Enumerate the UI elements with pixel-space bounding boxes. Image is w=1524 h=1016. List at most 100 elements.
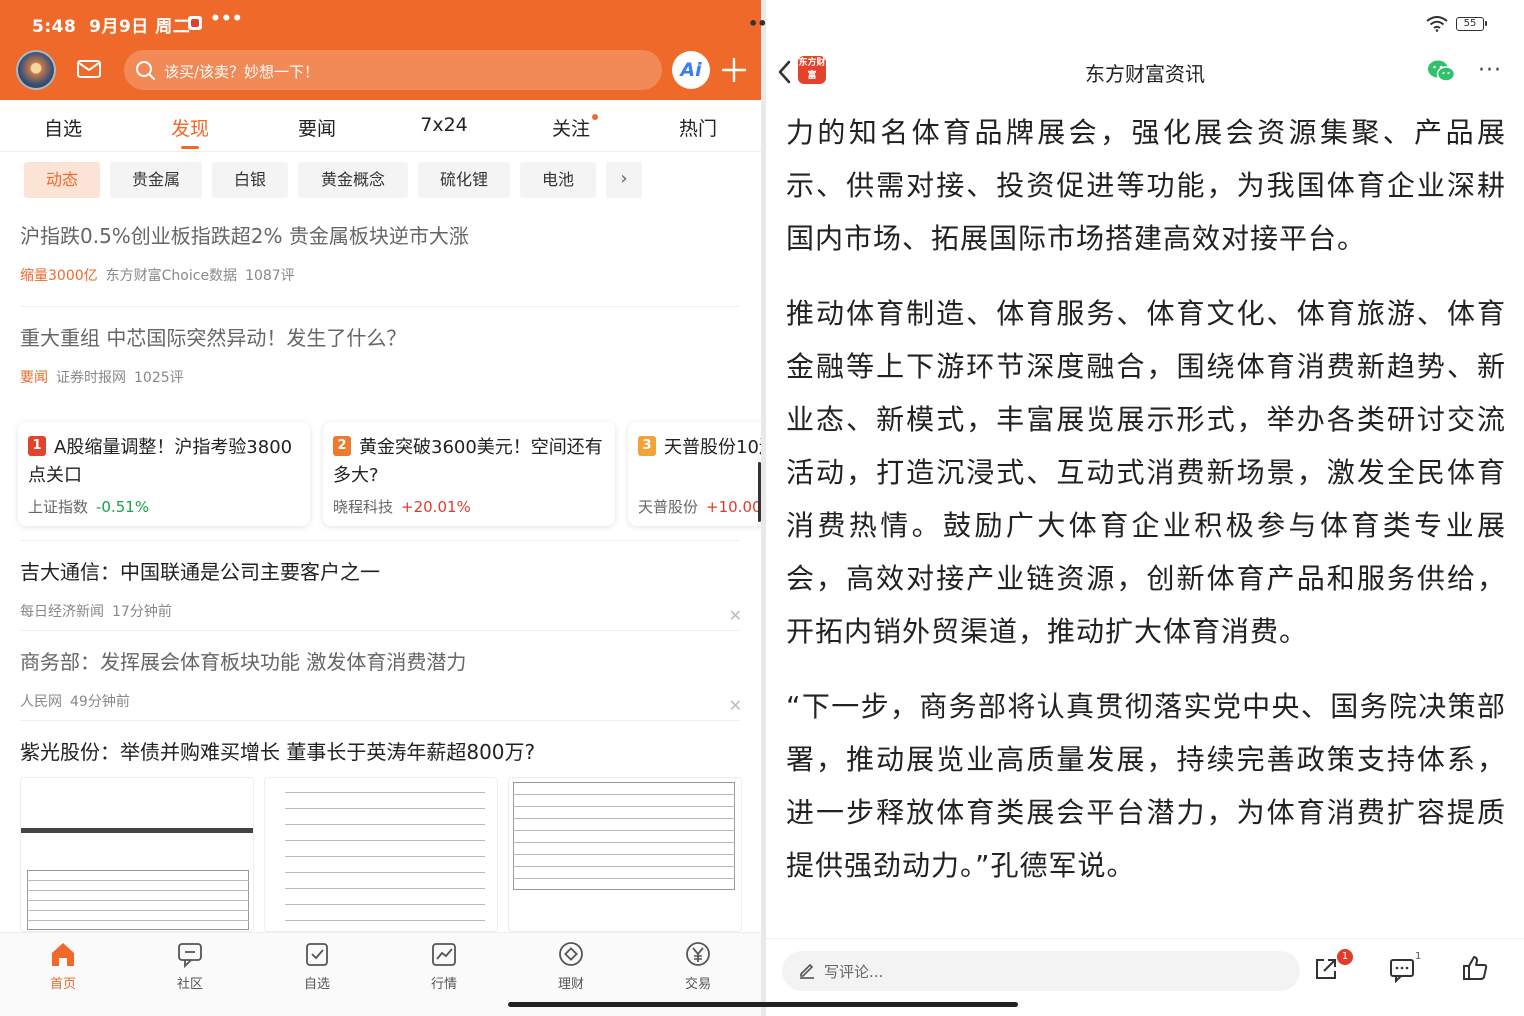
- news-tag: 缩量3000亿: [20, 268, 98, 284]
- hot-card-stock: 天普股份: [638, 498, 699, 516]
- pen-icon: [800, 963, 814, 979]
- left-pane: 5:48 9月9日 周二 ••• 该买/该卖？妙想一下！ Ai 自选 发现 要闻…: [0, 0, 761, 1016]
- hot-card-change: +10.00: [706, 498, 761, 516]
- news-source: 证券时报网: [56, 370, 126, 386]
- news-tag: 要闻: [20, 370, 48, 386]
- hot-card-stock: 晓程科技: [333, 498, 394, 516]
- nav-wealth[interactable]: 理财: [531, 939, 611, 992]
- hot-card-title: A股缩量调整！沪指考验3800点关口: [28, 437, 293, 486]
- news-thumbnail[interactable]: [264, 777, 498, 932]
- hot-card-change: -0.51%: [96, 498, 150, 516]
- news-time: 49分钟前: [70, 694, 130, 710]
- chip-dianchi[interactable]: 电池: [520, 162, 596, 198]
- app-notification-icon: [188, 16, 202, 30]
- hot-card-title: 黄金突破3600美元！空间还有多大?: [333, 437, 603, 486]
- news-item[interactable]: 吉大通信：中国联通是公司主要客户之一 每日经济新闻 17分钟前 ✕: [20, 556, 742, 625]
- comment-input[interactable]: 写评论...: [782, 951, 1300, 991]
- chip-huangjin[interactable]: 黄金概念: [298, 162, 408, 198]
- status-time: 5:48 9月9日 周二: [32, 17, 191, 37]
- wealth-icon: [559, 942, 583, 966]
- divider: [20, 630, 740, 631]
- nav-home[interactable]: 首页: [23, 939, 103, 992]
- article-body: 力的知名体育品牌展会，强化展会资源集聚、产品展示、供需对接、投资促进等功能，为我…: [786, 106, 1506, 914]
- active-tab-indicator: [181, 146, 199, 149]
- news-thumbnail[interactable]: [508, 777, 742, 932]
- news-source: 人民网: [20, 694, 62, 710]
- share-badge: 1: [1337, 949, 1353, 965]
- divider: [20, 540, 740, 541]
- nav-market[interactable]: 行情: [404, 939, 484, 992]
- comment-placeholder: 写评论...: [824, 963, 884, 981]
- wechat-icon[interactable]: [1426, 58, 1456, 84]
- news-item[interactable]: 紫光股份：举债并购难买增长 董事长于英涛年薪超800万?: [20, 736, 740, 765]
- home-indicator[interactable]: [508, 1002, 1018, 1007]
- comment-icon[interactable]: [1388, 955, 1416, 983]
- tab-guanzhu-dot: [592, 114, 598, 120]
- ai-button[interactable]: Ai: [672, 51, 710, 89]
- news-source: 每日经济新闻: [20, 604, 104, 620]
- hot-card[interactable]: 1 A股缩量调整！沪指考验3800点关口 上证指数 -0.51%: [18, 422, 310, 526]
- search-icon: [136, 61, 155, 80]
- news-title: 沪指跌0.5%创业板指跌超2% 贵金属板块逆市大涨: [20, 224, 469, 248]
- chip-liuhuali[interactable]: 硫化锂: [418, 162, 510, 198]
- news-comments: 1087评: [245, 268, 295, 284]
- top-header: 5:48 9月9日 周二 ••• 该买/该卖？妙想一下！ Ai: [0, 0, 761, 100]
- hot-card-title: 天普股份10连板什么?: [664, 437, 761, 458]
- chip-dongtai[interactable]: 动态: [24, 162, 100, 198]
- right-pane: 55 东方财富 东方财富资讯 ··· 力的知名体育品牌展会，强化展会资源集聚、产…: [766, 0, 1524, 1016]
- news-title: 吉大通信：中国联通是公司主要客户之一: [20, 560, 380, 584]
- chart-icon: [432, 943, 456, 966]
- tab-zixuan[interactable]: 自选: [23, 114, 103, 141]
- battery-icon: 55: [1456, 17, 1487, 31]
- close-icon[interactable]: ✕: [729, 606, 742, 625]
- tab-guanzhu[interactable]: 关注: [531, 114, 611, 141]
- news-thumbnail[interactable]: [20, 777, 254, 932]
- hot-card[interactable]: 2 黄金突破3600美元！空间还有多大? 晓程科技 +20.01%: [323, 422, 615, 526]
- article-paragraph: 推动体育制造、体育服务、体育文化、体育旅游、体育金融等上下游环节深度融合，围绕体…: [786, 297, 1506, 648]
- plus-icon[interactable]: [720, 56, 748, 84]
- chevron-right-icon[interactable]: ›: [606, 162, 642, 198]
- nav-community[interactable]: 社区: [150, 939, 230, 992]
- comment-count: 1: [1415, 951, 1422, 962]
- news-title: 紫光股份：举债并购难买增长 董事长于英涛年薪超800万?: [20, 740, 536, 764]
- hot-card-stock: 上证指数: [28, 498, 89, 516]
- close-icon[interactable]: ✕: [729, 696, 742, 715]
- page-title: 东方财富资讯: [1085, 62, 1205, 86]
- tab-remen[interactable]: 热门: [658, 114, 738, 141]
- news-item[interactable]: 重大重组 中芯国际突然异动！发生了什么？ 要闻 证券时报网 1025评: [20, 322, 740, 387]
- divider: [20, 306, 740, 307]
- article-paragraph: “下一步，商务部将认真贯彻落实党中央、国务院决策部署，推动展览业高质量发展，持续…: [786, 690, 1506, 882]
- news-comments: 1025评: [134, 370, 184, 386]
- tab-yaowen[interactable]: 要闻: [277, 114, 357, 141]
- hot-card[interactable]: 3 天普股份10连板什么? 天普股份+10.00: [628, 422, 761, 526]
- article-paragraph: 力的知名体育品牌展会，强化展会资源集聚、产品展示、供需对接、投资促进等功能，为我…: [786, 116, 1506, 255]
- home-icon: [52, 943, 74, 966]
- chip-baiyin[interactable]: 白银: [212, 162, 288, 198]
- tab-7x24[interactable]: 7x24: [404, 114, 484, 136]
- nav-watchlist[interactable]: 自选: [277, 939, 357, 992]
- news-title: 重大重组 中芯国际突然异动！发生了什么？: [20, 326, 407, 350]
- news-source: 东方财富Choice数据: [105, 268, 238, 284]
- nav-trade[interactable]: 交易: [658, 939, 738, 992]
- share-icon[interactable]: [1312, 955, 1340, 983]
- news-item[interactable]: 沪指跌0.5%创业板指跌超2% 贵金属板块逆市大涨 缩量3000亿 东方财富Cho…: [20, 220, 740, 285]
- avatar[interactable]: [16, 50, 56, 90]
- hot-card-change: +20.01%: [401, 498, 471, 516]
- wifi-icon: [1426, 16, 1448, 32]
- search-placeholder: 该买/该卖？妙想一下！: [164, 63, 320, 81]
- checklist-icon: [306, 943, 328, 966]
- status-dots: •••: [210, 9, 243, 29]
- news-title: 商务部：发挥展会体育板块功能 激发体育消费潜力: [20, 650, 467, 674]
- news-item[interactable]: 商务部：发挥展会体育板块功能 激发体育消费潜力 人民网 49分钟前 ✕: [20, 646, 742, 715]
- chip-guijinshu[interactable]: 贵金属: [110, 162, 202, 198]
- mail-icon[interactable]: [76, 56, 102, 82]
- chat-bubble-icon: [178, 943, 202, 969]
- divider: [20, 720, 740, 721]
- more-icon[interactable]: ···: [1478, 58, 1502, 83]
- search-input[interactable]: 该买/该卖？妙想一下！: [124, 50, 662, 90]
- top-tabs: 自选 发现 要闻 7x24 关注 热门: [0, 100, 761, 152]
- news-time: 17分钟前: [112, 604, 172, 620]
- thumbs-up-icon[interactable]: [1460, 953, 1490, 983]
- yen-coin-icon: [686, 942, 710, 966]
- tab-faxian[interactable]: 发现: [150, 114, 230, 141]
